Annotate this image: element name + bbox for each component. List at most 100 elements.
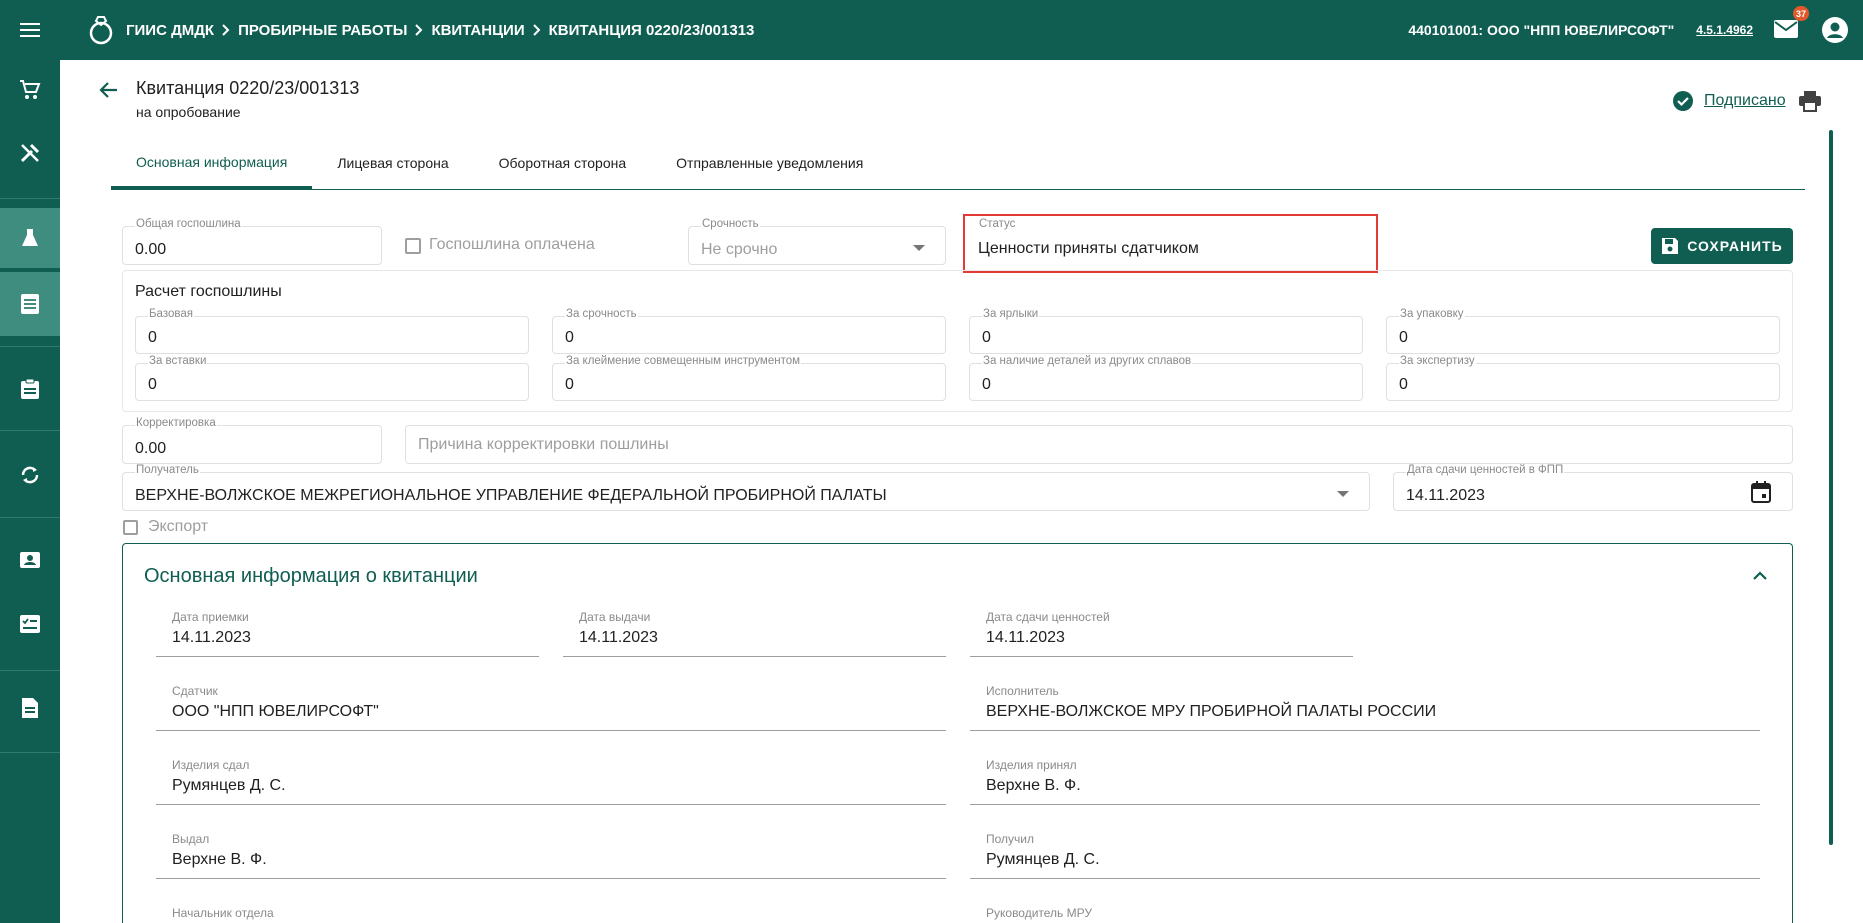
tab-main-info[interactable]: Основная информация: [111, 137, 313, 189]
signed-status[interactable]: Подписано: [1672, 90, 1786, 112]
receipt-icon[interactable]: [0, 272, 60, 336]
fee-urgency-value: 0: [565, 329, 574, 346]
calendar-icon[interactable]: [1751, 481, 1771, 503]
fee-base-field[interactable]: Базовая 0: [135, 308, 529, 354]
items-given-field[interactable]: Изделия сдал Румянцев Д. С.: [156, 758, 946, 805]
mail-count-badge: 37: [1792, 6, 1809, 21]
tab-bar: Основная информация Лицевая сторона Обор…: [111, 137, 1805, 190]
fee-calc-title: Расчет госпошлины: [135, 283, 282, 300]
dropdown-caret-icon: [1337, 491, 1349, 497]
status-field[interactable]: Статус Ценности приняты сдатчиком: [966, 217, 1375, 270]
status-label: Статус: [978, 218, 1017, 230]
mru-head-field[interactable]: Руководитель МРУ: [970, 906, 1760, 923]
scrollbar[interactable]: [1829, 130, 1833, 845]
handover-date-value: 14.11.2023: [1406, 487, 1485, 504]
urgency-select[interactable]: Срочность Не срочно: [688, 218, 946, 265]
breadcrumb: ГИИС ДМДК ПРОБИРНЫЕ РАБОТЫ КВИТАНЦИИ КВИ…: [126, 22, 754, 39]
correction-label: Корректировка: [135, 417, 217, 429]
cart-icon[interactable]: [0, 60, 60, 120]
fee-expertise-value: 0: [1399, 376, 1408, 393]
tools-icon[interactable]: [0, 123, 60, 183]
fee-branding-value: 0: [565, 376, 574, 393]
receive-date-field[interactable]: Дата приемки 14.11.2023: [156, 610, 539, 657]
items-accepted-label: Изделия принял: [986, 758, 1077, 772]
recipient-select[interactable]: Получатель ВЕРХНЕ-ВОЛЖСКОЕ МЕЖРЕГИОНАЛЬН…: [122, 464, 1370, 511]
contact-card-icon[interactable]: [0, 530, 60, 590]
dept-head-field[interactable]: Начальник отдела: [156, 906, 946, 923]
handover-date-label: Дата сдачи ценностей в ФПП: [1406, 464, 1565, 476]
recipient-label: Получатель: [135, 464, 200, 476]
document-icon[interactable]: [0, 678, 60, 738]
fee-alloys-field[interactable]: За наличие деталей из других сплавов 0: [969, 355, 1363, 401]
fee-base-label: Базовая: [148, 308, 194, 320]
save-button-label: СОХРАНИТЬ: [1687, 238, 1783, 254]
valuables-date-field[interactable]: Дата сдачи ценностей 14.11.2023: [970, 610, 1353, 657]
urgency-value: Не срочно: [701, 241, 778, 258]
breadcrumb-item-current: КВИТАНЦИЯ 0220/23/001313: [548, 21, 755, 39]
app-name[interactable]: ГИИС ДМДК: [126, 22, 214, 39]
urgency-label: Срочность: [701, 218, 760, 230]
logo-icon[interactable]: [86, 14, 116, 46]
items-given-value: Румянцев Д. С.: [172, 777, 286, 794]
export-checkbox[interactable]: [123, 520, 138, 535]
sidebar: [0, 60, 60, 923]
clipboard-icon[interactable]: [0, 359, 60, 419]
fee-paid-checkbox[interactable]: [405, 238, 421, 254]
correction-reason-input[interactable]: Причина корректировки пошлины: [405, 425, 1793, 464]
handover-date-field[interactable]: Дата сдачи ценностей в ФПП 14.11.2023: [1393, 464, 1793, 511]
fee-branding-field[interactable]: За клеймение совмещенным инструментом 0: [552, 355, 946, 401]
executor-field[interactable]: Исполнитель ВЕРХНЕ-ВОЛЖСКОЕ МРУ ПРОБИРНО…: [970, 684, 1760, 731]
fee-base-value: 0: [148, 329, 157, 346]
valuables-date-label: Дата сдачи ценностей: [986, 610, 1110, 624]
mru-head-label: Руководитель МРУ: [986, 906, 1093, 920]
fee-packaging-field[interactable]: За упаковку 0: [1386, 308, 1780, 354]
executor-value: ВЕРХНЕ-ВОЛЖСКОЕ МРУ ПРОБИРНОЙ ПАЛАТЫ РОС…: [986, 703, 1437, 720]
organization-label[interactable]: 440101001: ООО "НПП ЮВЕЛИРСОФТ": [1408, 22, 1674, 38]
save-button[interactable]: СОХРАНИТЬ: [1651, 228, 1793, 264]
mail-icon[interactable]: 37: [1773, 6, 1809, 42]
total-fee-label: Общая госпошлина: [135, 218, 242, 230]
dept-head-label: Начальник отдела: [172, 906, 274, 920]
receive-date-label: Дата приемки: [172, 610, 249, 624]
fee-labels-field[interactable]: За ярлыки 0: [969, 308, 1363, 354]
tab-front-side[interactable]: Лицевая сторона: [312, 137, 473, 189]
chevron-right-icon: [415, 24, 423, 36]
received-by-value: Румянцев Д. С.: [986, 851, 1100, 868]
tab-back-side[interactable]: Оборотная сторона: [474, 137, 652, 189]
received-by-field[interactable]: Получил Румянцев Д. С.: [970, 832, 1760, 879]
version-link[interactable]: 4.5.1.4962: [1696, 23, 1753, 37]
tab-sent-notifications[interactable]: Отправленные уведомления: [651, 137, 888, 189]
fee-urgency-field[interactable]: За срочность 0: [552, 308, 946, 354]
menu-icon[interactable]: [0, 0, 60, 60]
account-icon[interactable]: [1821, 16, 1849, 44]
fee-expertise-field[interactable]: За экспертизу 0: [1386, 355, 1780, 401]
fee-branding-label: За клеймение совмещенным инструментом: [565, 355, 802, 367]
issued-by-label: Выдал: [172, 832, 210, 846]
issue-date-value: 14.11.2023: [579, 629, 658, 646]
print-icon[interactable]: [1798, 90, 1822, 112]
issued-by-value: Верхне В. Ф.: [172, 851, 267, 868]
correction-field[interactable]: Корректировка 0.00: [122, 417, 382, 464]
fee-urgency-label: За срочность: [565, 308, 638, 320]
total-fee-field[interactable]: Общая госпошлина 0.00: [122, 218, 382, 265]
issued-by-field[interactable]: Выдал Верхне В. Ф.: [156, 832, 946, 879]
correction-value: 0.00: [135, 440, 167, 457]
flask-icon[interactable]: [0, 208, 60, 268]
fee-packaging-value: 0: [1399, 329, 1408, 346]
signed-link[interactable]: Подписано: [1704, 92, 1786, 110]
chevron-up-icon[interactable]: [1750, 566, 1770, 586]
back-arrow-icon[interactable]: [98, 79, 120, 101]
breadcrumb-item-assay-works[interactable]: ПРОБИРНЫЕ РАБОТЫ: [238, 22, 407, 39]
depositor-value: ООО "НПП ЮВЕЛИРСОФТ": [172, 703, 379, 720]
issue-date-label: Дата выдачи: [579, 610, 651, 624]
sync-icon[interactable]: [0, 445, 60, 505]
fee-inserts-field[interactable]: За вставки 0: [135, 355, 529, 401]
recipient-value: ВЕРХНЕ-ВОЛЖСКОЕ МЕЖРЕГИОНАЛЬНОЕ УПРАВЛЕН…: [135, 487, 887, 504]
depositor-field[interactable]: Сдатчик ООО "НПП ЮВЕЛИРСОФТ": [156, 684, 946, 731]
fee-inserts-value: 0: [148, 376, 157, 393]
breadcrumb-item-receipts[interactable]: КВИТАНЦИИ: [431, 22, 524, 39]
issue-date-field[interactable]: Дата выдачи 14.11.2023: [563, 610, 946, 657]
items-accepted-field[interactable]: Изделия принял Верхне В. Ф.: [970, 758, 1760, 805]
receive-date-value: 14.11.2023: [172, 629, 251, 646]
checklist-icon[interactable]: [0, 594, 60, 654]
